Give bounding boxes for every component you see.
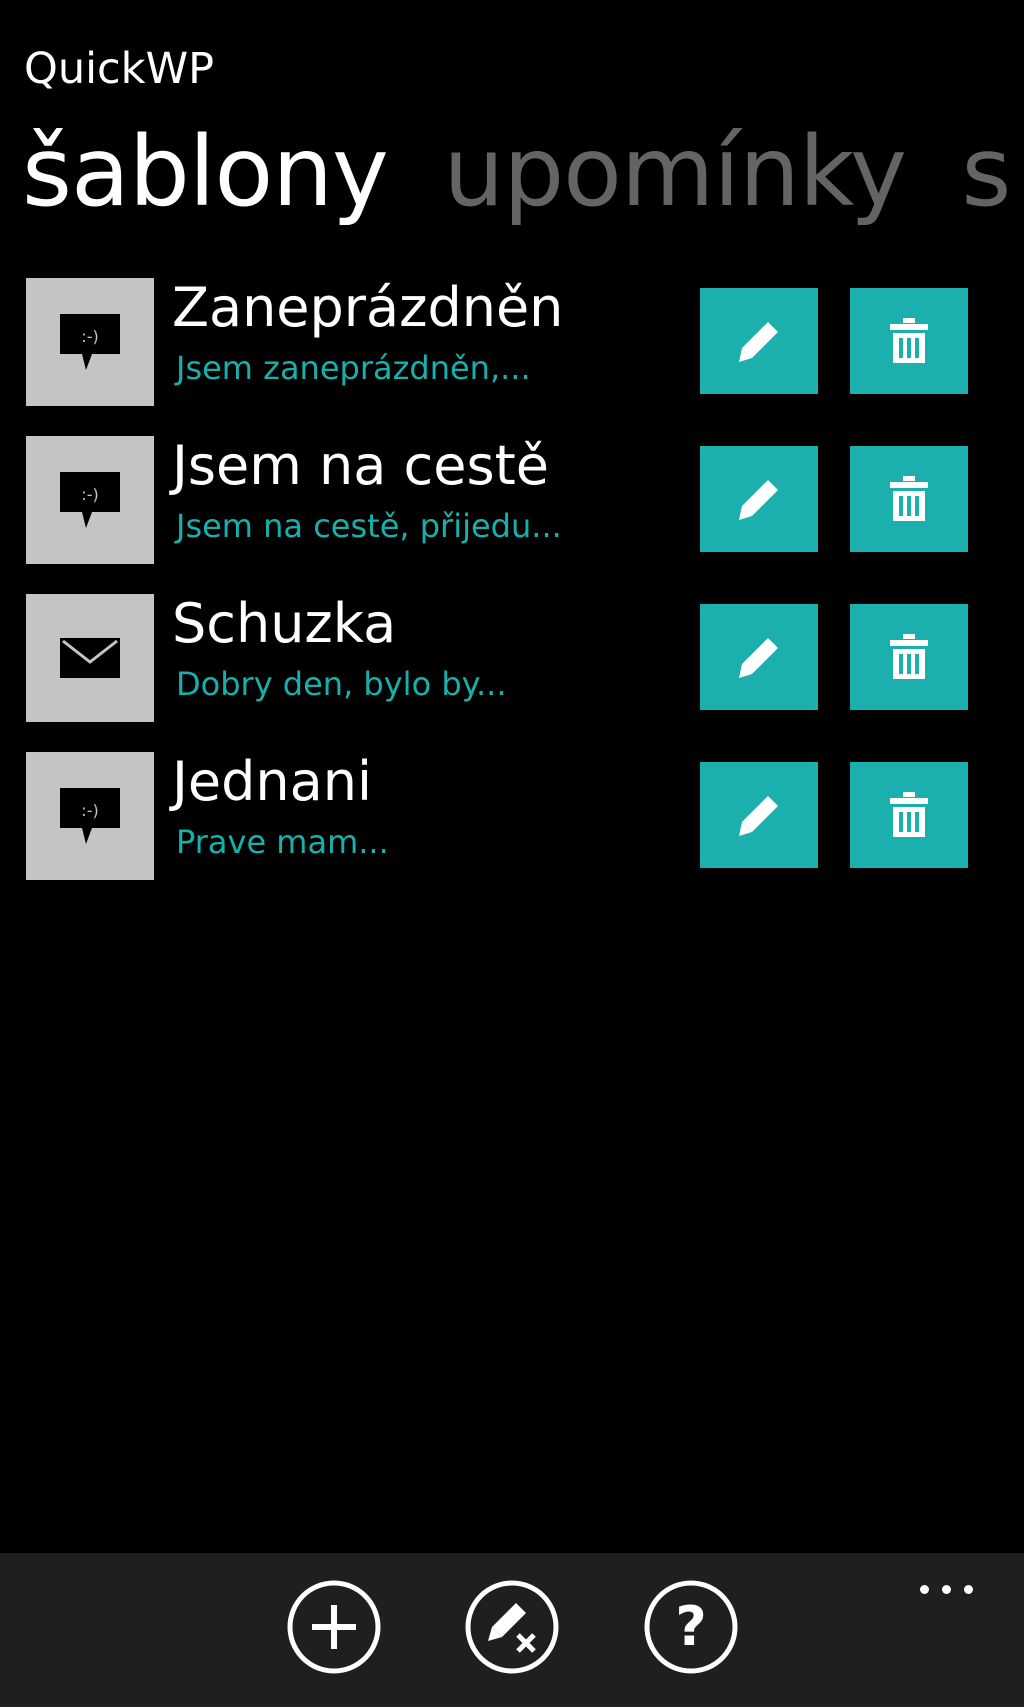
sms-bubble-icon: :-) [60,314,120,370]
help-icon: ? [644,1580,738,1674]
template-row[interactable]: :-) Zaneprázdněn Jsem zaneprázdněn,... [0,276,1024,406]
template-row[interactable]: :-) Jednani Prave mam... [0,750,1024,880]
delete-template-button[interactable] [850,604,968,710]
trash-icon [890,792,928,837]
template-preview: Prave mam... [176,823,389,861]
svg-text::-): :-) [81,801,98,820]
template-title: Schuzka [172,592,397,655]
pivot-item-upominky[interactable]: upomínky [443,116,907,228]
pencil-icon [739,322,778,362]
delete-template-button[interactable] [850,446,968,552]
trash-icon [890,318,928,363]
template-type-tile: :-) [26,278,154,406]
sms-bubble-icon: :-) [60,472,120,528]
svg-text::-): :-) [81,485,98,504]
svg-text::-): :-) [81,327,98,346]
app-title: QuickWP [24,44,215,94]
edit-template-button[interactable] [700,288,818,394]
svg-text:?: ? [675,1595,706,1658]
more-dot-icon [920,1585,929,1594]
help-button[interactable]: ? [643,1579,739,1675]
trash-icon [890,634,928,679]
template-title: Zaneprázdněn [172,276,564,339]
edit-template-button[interactable] [700,446,818,552]
edit-template-button[interactable] [700,604,818,710]
edit-mode-icon [465,1580,559,1674]
template-type-tile: :-) [26,752,154,880]
pivot-item-sablony[interactable]: šablony [22,116,389,228]
template-preview: Jsem na cestě, přijedu... [176,507,562,545]
template-title: Jednani [172,750,372,813]
sms-bubble-icon: :-) [60,788,120,844]
template-preview: Jsem zaneprázdněn,... [176,349,531,387]
app-bar: ? [0,1553,1024,1707]
template-row[interactable]: :-) Jsem na cestě Jsem na cestě, přijedu… [0,434,1024,564]
add-template-button[interactable] [286,1579,382,1675]
delete-template-button[interactable] [850,762,968,868]
envelope-icon [60,638,120,678]
pencil-icon [739,796,778,836]
edit-template-button[interactable] [700,762,818,868]
pencil-icon [739,638,778,678]
template-row[interactable]: Schuzka Dobry den, bylo by... [0,592,1024,722]
add-icon [287,1580,381,1674]
edit-mode-button[interactable] [464,1579,560,1675]
delete-template-button[interactable] [850,288,968,394]
more-dot-icon [942,1585,951,1594]
template-type-tile: :-) [26,436,154,564]
trash-icon [890,476,928,521]
pivot-header: šablony upomínky s [22,112,1024,232]
template-preview: Dobry den, bylo by... [176,665,507,703]
more-options-button[interactable] [906,1571,986,1611]
template-title: Jsem na cestě [172,434,549,497]
more-dot-icon [964,1585,973,1594]
template-type-tile [26,594,154,722]
pivot-item-next[interactable]: s [961,116,1011,228]
pencil-icon [739,480,778,520]
